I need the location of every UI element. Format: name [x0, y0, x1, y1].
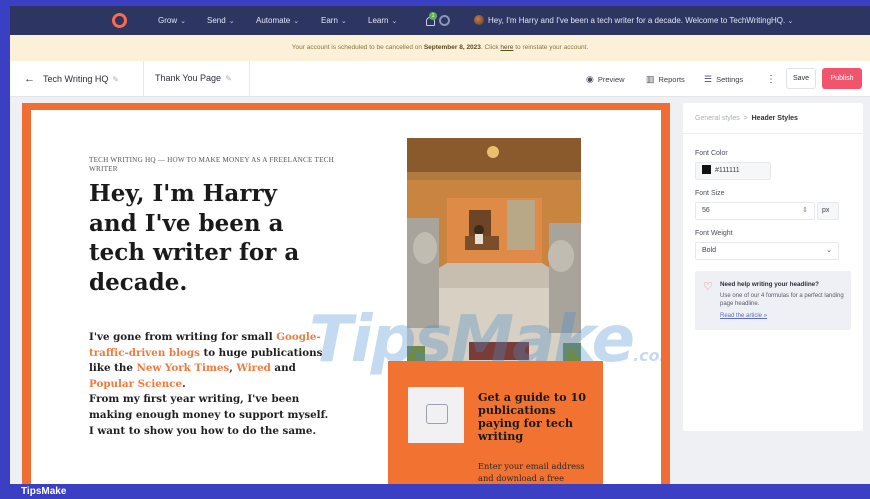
- font-color-field[interactable]: #111111: [695, 162, 771, 180]
- watermark-suffix: .com: [633, 346, 661, 365]
- nav-automate-label: Automate: [256, 16, 291, 25]
- chevron-down-icon: ⌄: [787, 18, 794, 25]
- progress-ring-icon[interactable]: [439, 15, 450, 26]
- body-link[interactable]: Wired: [236, 362, 270, 374]
- page-canvas: TECH WRITING HQ — HOW TO MAKE MONEY AS A…: [22, 103, 670, 484]
- divider: [683, 133, 863, 134]
- pencil-icon[interactable]: ✎: [225, 74, 232, 83]
- font-weight-label: Font Weight: [695, 230, 733, 237]
- landing-page-preview: TECH WRITING HQ — HOW TO MAKE MONEY AS A…: [31, 110, 661, 484]
- breadcrumb-parent[interactable]: General styles: [695, 115, 740, 122]
- preview-button[interactable]: ◉ Preview: [586, 74, 625, 85]
- style-panel: General styles > Header Styles Font Colo…: [683, 103, 863, 431]
- account-menu[interactable]: Hey, I'm Harry and I've been a tech writ…: [488, 16, 793, 25]
- chevron-down-icon: ⌄: [826, 247, 832, 254]
- chart-icon: ▥: [646, 74, 655, 84]
- breadcrumb-current: Header Styles: [751, 115, 798, 122]
- bottom-brand-label: TipsMake: [21, 486, 67, 497]
- app-window: Grow ⌄ Send ⌄ Automate ⌄ Earn ⌄ Learn ⌄ 1 Hey…: [10, 6, 870, 484]
- back-arrow-icon[interactable]: ←: [24, 73, 35, 85]
- color-swatch: [702, 164, 711, 174]
- breadcrumb-separator: >: [743, 115, 748, 122]
- nav-learn[interactable]: Learn ⌄: [368, 16, 397, 25]
- body-link[interactable]: Popular Science: [89, 378, 182, 390]
- welcome-text: Hey, I'm Harry and I've been a tech writ…: [488, 16, 786, 25]
- notice-text-mid: . Click: [480, 44, 501, 51]
- nav-earn[interactable]: Earn ⌄: [321, 16, 347, 25]
- optin-heading[interactable]: Get a guide to 10 publications paying fo…: [478, 391, 588, 443]
- chevron-down-icon: ⌄: [228, 17, 235, 25]
- pencil-icon[interactable]: ✎: [112, 75, 119, 84]
- logo-icon[interactable]: [109, 10, 130, 31]
- body-text: From my first year writing, I've been ma…: [89, 393, 329, 437]
- body-link[interactable]: New York Times: [136, 362, 229, 374]
- page-headline[interactable]: Hey, I'm Harry and I've been a tech writ…: [89, 179, 304, 297]
- avatar[interactable]: [474, 15, 484, 25]
- font-size-value: 56: [702, 207, 710, 214]
- reports-label: Reports: [658, 75, 685, 84]
- publish-button[interactable]: Publish: [822, 68, 862, 89]
- nav-send[interactable]: Send ⌄: [207, 16, 235, 25]
- optin-subtext[interactable]: Enter your email address and download a …: [478, 461, 588, 484]
- settings-button[interactable]: ☰ Settings: [704, 74, 743, 85]
- nav-automate[interactable]: Automate ⌄: [256, 16, 299, 25]
- image-icon: [426, 404, 448, 424]
- help-article-link[interactable]: Read the article »: [720, 313, 767, 319]
- help-title: Need help writing your headline?: [720, 281, 820, 288]
- chevron-down-icon: ⌄: [391, 17, 398, 25]
- divider: [143, 61, 144, 97]
- notification-badge: 1: [429, 12, 437, 20]
- nav-grow[interactable]: Grow ⌄: [158, 16, 186, 25]
- preview-label: Preview: [597, 75, 625, 84]
- nav-learn-label: Learn: [368, 16, 389, 25]
- divider: [249, 61, 250, 97]
- body-text: and: [270, 362, 296, 375]
- cancellation-notice: Your account is scheduled to be cancelle…: [10, 35, 870, 61]
- body-text: I've gone from writing for small: [89, 331, 277, 343]
- more-menu-icon[interactable]: ⋮: [766, 74, 776, 85]
- reports-button[interactable]: ▥ Reports: [646, 74, 685, 85]
- save-button[interactable]: Save: [786, 68, 816, 89]
- headline-help-box: ♡ Need help writing your headline? Use o…: [695, 271, 851, 330]
- optin-box: Get a guide to 10 publications paying fo…: [388, 361, 603, 484]
- site-name: Tech Writing HQ: [43, 74, 109, 84]
- stepper-icon[interactable]: ⇕: [802, 203, 808, 219]
- nav-send-label: Send: [207, 16, 226, 25]
- font-weight-value: Bold: [702, 247, 717, 254]
- site-name-editor[interactable]: ← Tech Writing HQ ✎: [24, 73, 119, 85]
- font-size-label: Font Size: [695, 190, 725, 197]
- notice-text-post: to reinstate your account.: [513, 44, 589, 51]
- notice-text-pre: Your account is scheduled to be cancelle…: [291, 44, 424, 51]
- notifications-bell-icon[interactable]: 1: [424, 12, 440, 28]
- page-name: Thank You Page: [155, 73, 222, 83]
- font-color-label: Font Color: [695, 150, 728, 157]
- page-kicker[interactable]: TECH WRITING HQ — HOW TO MAKE MONEY AS A…: [89, 156, 339, 174]
- nav-earn-label: Earn: [321, 16, 338, 25]
- page-body-text[interactable]: I've gone from writing for small Google-…: [89, 330, 329, 439]
- settings-label: Settings: [716, 75, 744, 84]
- editor-toolbar: ← Tech Writing HQ ✎ Thank You Page ✎ ◉ P…: [10, 61, 870, 97]
- help-text: Use one of our 4 formulas for a perfect …: [720, 293, 844, 307]
- chevron-down-icon: ⌄: [293, 17, 300, 25]
- notice-date: September 8, 2023: [423, 44, 481, 51]
- page-name-editor[interactable]: Thank You Page ✎: [155, 73, 232, 83]
- sliders-icon: ☰: [704, 74, 713, 84]
- image-placeholder[interactable]: [408, 387, 464, 443]
- chevron-down-icon: ⌄: [180, 17, 186, 25]
- font-weight-select[interactable]: Bold ⌄: [695, 242, 839, 260]
- eye-icon: ◉: [586, 74, 594, 84]
- breadcrumb: General styles > Header Styles: [695, 115, 798, 122]
- body-text: .: [182, 377, 186, 390]
- font-size-unit: px: [817, 202, 839, 220]
- lightbulb-icon: ♡: [703, 281, 713, 293]
- top-navigation: Grow ⌄ Send ⌄ Automate ⌄ Earn ⌄ Learn ⌄ 1 Hey…: [10, 6, 870, 35]
- font-color-value: #111111: [715, 167, 740, 174]
- watermark-logo: TipsMake.com: [309, 303, 661, 377]
- reinstate-link[interactable]: here: [500, 44, 513, 51]
- nav-grow-label: Grow: [158, 16, 178, 25]
- chevron-down-icon: ⌄: [340, 17, 347, 25]
- watermark-text: TipsMake: [309, 303, 635, 377]
- bottom-brand-bar: TipsMake: [0, 484, 870, 499]
- font-size-input[interactable]: 56 ⇕: [695, 202, 815, 220]
